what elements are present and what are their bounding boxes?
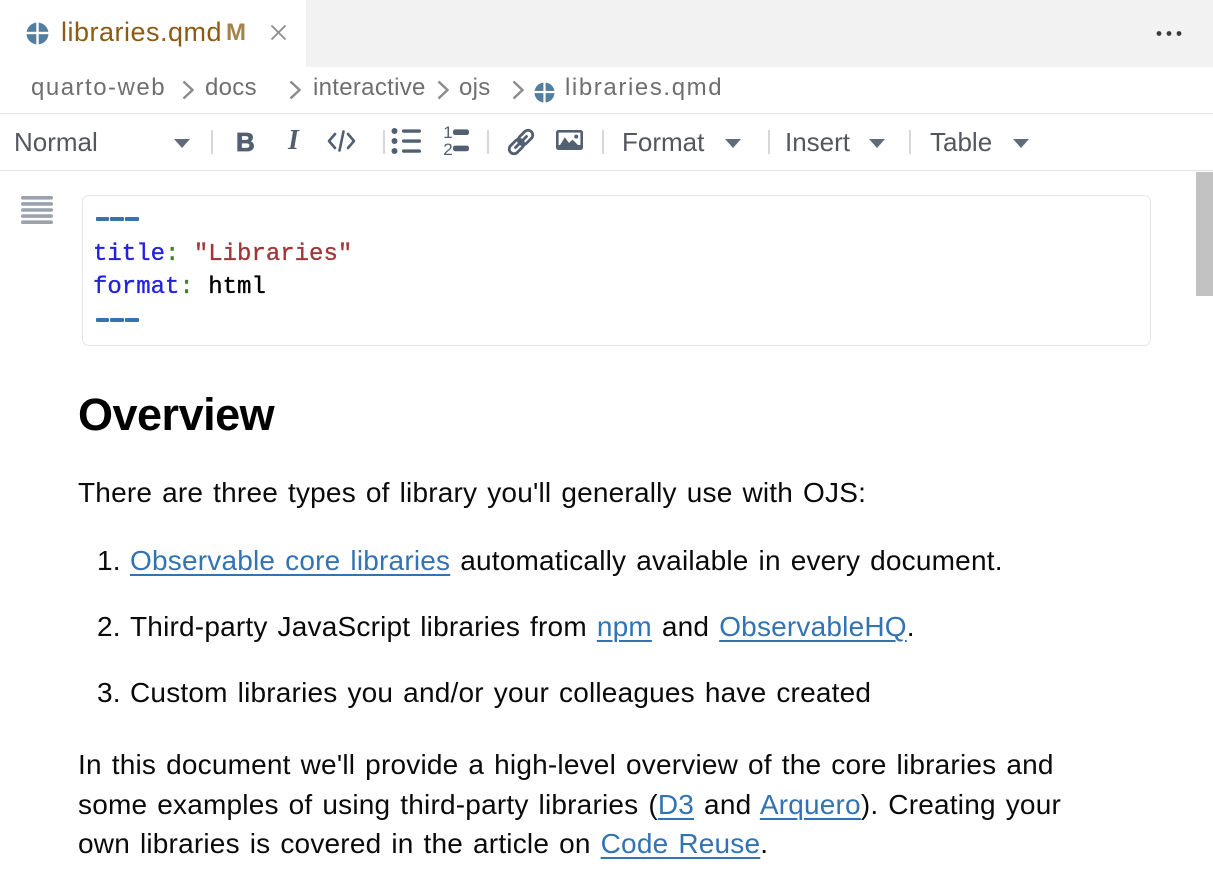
svg-text:2: 2 <box>443 140 452 157</box>
